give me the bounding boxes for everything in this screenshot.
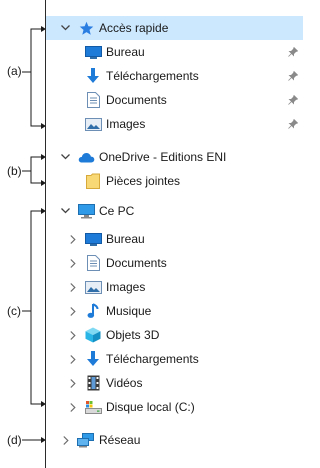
tree-item-label: Téléchargements bbox=[106, 352, 199, 366]
tree-item-onedrive[interactable]: OneDrive - Editions ENI bbox=[46, 145, 303, 169]
cube-3d-icon bbox=[84, 327, 102, 343]
tree-item-pc-images[interactable]: Images bbox=[46, 275, 303, 299]
tree-item-label: Objets 3D bbox=[106, 328, 160, 342]
tree-item-label: Documents bbox=[106, 256, 167, 270]
desktop-icon bbox=[84, 231, 102, 247]
tree-item-label: Réseau bbox=[99, 433, 141, 447]
tree-item-label: Vidéos bbox=[106, 376, 143, 390]
tree-item-label: Ce PC bbox=[99, 204, 135, 218]
chevron-right-icon[interactable] bbox=[67, 329, 79, 341]
pin-icon[interactable] bbox=[288, 70, 298, 82]
chevron-down-icon[interactable] bbox=[59, 151, 71, 163]
chevron-right-icon[interactable] bbox=[67, 305, 79, 317]
download-arrow-icon bbox=[84, 68, 102, 84]
annotation-label-a: (a) bbox=[7, 64, 22, 78]
desktop-icon bbox=[84, 44, 102, 60]
chevron-right-icon[interactable] bbox=[67, 401, 79, 413]
documents-icon bbox=[84, 92, 102, 108]
computer-icon bbox=[77, 203, 95, 219]
tree-item-label: Documents bbox=[106, 93, 167, 107]
pin-icon[interactable] bbox=[288, 94, 298, 106]
chevron-right-icon[interactable] bbox=[67, 233, 79, 245]
star-icon bbox=[77, 20, 95, 36]
tree-item-pc-bureau[interactable]: Bureau bbox=[46, 227, 303, 251]
cloud-icon bbox=[77, 149, 95, 165]
pictures-icon bbox=[84, 116, 102, 132]
tree-item-label: Musique bbox=[106, 304, 152, 318]
chevron-right-icon[interactable] bbox=[67, 281, 79, 293]
tree-item-quick-access[interactable]: Accès rapide bbox=[46, 16, 303, 40]
tree-item-pc-disque-local[interactable]: Disque local (C:) bbox=[46, 395, 303, 419]
tree-item-label: Disque local (C:) bbox=[106, 400, 195, 414]
chevron-down-icon[interactable] bbox=[59, 205, 71, 217]
download-arrow-icon bbox=[84, 351, 102, 367]
drive-icon bbox=[84, 399, 102, 415]
tree-item-quick-telechargements[interactable]: Téléchargements bbox=[46, 64, 303, 88]
navigation-pane: Accès rapide Bureau Téléchargements Docu… bbox=[45, 0, 303, 468]
tree-item-quick-images[interactable]: Images bbox=[46, 112, 303, 136]
annotation-label-c: (c) bbox=[7, 304, 21, 318]
tree-item-label: Accès rapide bbox=[99, 21, 169, 35]
tree-item-label: Images bbox=[106, 117, 146, 131]
pictures-icon bbox=[84, 279, 102, 295]
tree-item-label: Téléchargements bbox=[106, 69, 199, 83]
tree-item-label: Bureau bbox=[106, 232, 145, 246]
tree-item-label: Images bbox=[106, 280, 146, 294]
chevron-right-icon[interactable] bbox=[67, 353, 79, 365]
tree-item-label: OneDrive - Editions ENI bbox=[99, 150, 227, 164]
tree-item-pc-documents[interactable]: Documents bbox=[46, 251, 303, 275]
annotation-label-d: (d) bbox=[7, 433, 22, 447]
tree-item-label: Bureau bbox=[106, 45, 145, 59]
pin-icon[interactable] bbox=[288, 46, 298, 58]
tree-item-pc-telechargements[interactable]: Téléchargements bbox=[46, 347, 303, 371]
tree-item-pc-musique[interactable]: Musique bbox=[46, 299, 303, 323]
annotation-label-b: (b) bbox=[7, 164, 22, 178]
video-icon bbox=[84, 375, 102, 391]
network-icon bbox=[77, 432, 95, 448]
tree-item-this-pc[interactable]: Ce PC bbox=[46, 199, 303, 223]
chevron-right-icon[interactable] bbox=[60, 434, 72, 446]
pin-icon[interactable] bbox=[288, 118, 298, 130]
chevron-right-icon[interactable] bbox=[67, 257, 79, 269]
tree-item-pc-objets-3d[interactable]: Objets 3D bbox=[46, 323, 303, 347]
folder-icon bbox=[84, 173, 102, 189]
documents-icon bbox=[84, 255, 102, 271]
chevron-right-icon[interactable] bbox=[67, 377, 79, 389]
chevron-down-icon[interactable] bbox=[59, 22, 71, 34]
tree-item-pieces-jointes[interactable]: Pièces jointes bbox=[46, 169, 303, 193]
tree-item-quick-bureau[interactable]: Bureau bbox=[46, 40, 303, 64]
tree-item-network[interactable]: Réseau bbox=[46, 428, 303, 452]
music-icon bbox=[84, 303, 102, 319]
tree-item-label: Pièces jointes bbox=[106, 174, 181, 188]
tree-item-pc-videos[interactable]: Vidéos bbox=[46, 371, 303, 395]
tree-item-quick-documents[interactable]: Documents bbox=[46, 88, 303, 112]
